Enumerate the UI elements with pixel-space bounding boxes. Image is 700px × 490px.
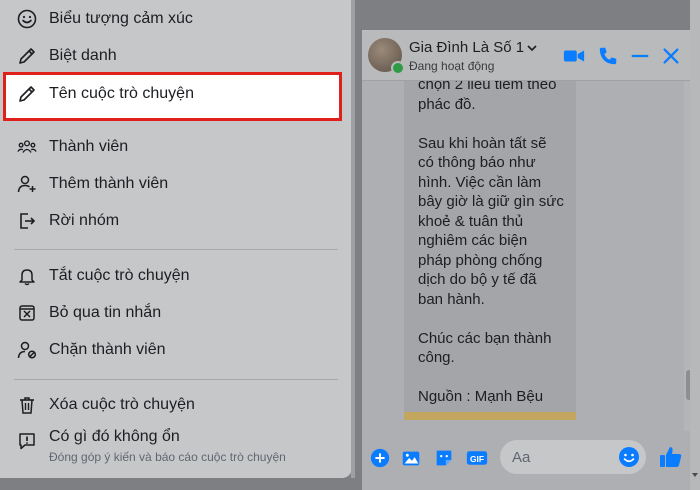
menu-item-label: Có gì đó không ổn (49, 428, 180, 445)
menu-item-sublabel: Đóng góp ý kiến và báo cáo cuộc trò chuy… (49, 450, 286, 464)
video-camera-icon (563, 50, 585, 62)
message-bubble[interactable]: chọn 2 liều tiêm theo phác đồ. Sau khi h… (404, 81, 576, 420)
minimize-icon (631, 54, 649, 58)
chat-options-menu: Biểu tượng cảm xúc Biệt danh Tên cuộc tr… (0, 0, 352, 478)
smile-icon (16, 8, 38, 30)
report-icon (16, 430, 38, 452)
menu-item-leave-group[interactable]: Rời nhóm (0, 204, 352, 238)
gif-label: GIF (470, 454, 484, 464)
emoji-icon[interactable] (618, 446, 640, 468)
video-call-button[interactable] (562, 44, 586, 68)
page-scrollbar[interactable] (690, 0, 700, 490)
chat-title[interactable]: Gia Đình Là Số 1 (409, 39, 524, 56)
menu-item-label: Thêm thành viên (49, 175, 169, 192)
pencil-icon (16, 83, 38, 105)
menu-item-emoji[interactable]: Biểu tượng cảm xúc (0, 2, 352, 36)
group-icon (16, 136, 38, 158)
voice-call-button[interactable] (596, 44, 620, 68)
chat-window: Gia Đình Là Số 1 Đang hoạt động chọn 2 l… (362, 30, 700, 490)
sticker-button[interactable] (432, 446, 456, 470)
menu-item-label: Thành viên (49, 138, 129, 155)
plus-circle-icon (370, 448, 390, 468)
menu-item-add-member[interactable]: Thêm thành viên (0, 167, 352, 201)
gif-icon: GIF (466, 451, 488, 465)
chevron-down-icon[interactable] (690, 470, 700, 480)
bell-icon (16, 265, 38, 287)
chat-status: Đang hoạt động (409, 59, 495, 73)
menu-item-label: Chặn thành viên (49, 341, 166, 358)
close-button[interactable] (659, 44, 683, 68)
block-person-icon (16, 339, 38, 361)
chevron-down-icon[interactable] (526, 42, 538, 54)
menu-item-label: Bỏ qua tin nhắn (49, 304, 162, 321)
menu-item-label: Biểu tượng cảm xúc (49, 10, 193, 27)
menu-divider (14, 249, 338, 250)
attach-photo-button[interactable] (399, 446, 423, 470)
menu-item-report[interactable]: Có gì đó không ổn Đóng góp ý kiến và báo… (0, 428, 352, 468)
trash-icon (16, 394, 38, 416)
menu-item-members[interactable]: Thành viên (0, 130, 352, 164)
attached-image-preview[interactable] (404, 412, 576, 420)
menu-item-label: Tắt cuộc trò chuyện (49, 267, 190, 284)
sticker-icon (436, 450, 452, 466)
pencil-icon (16, 45, 38, 67)
menu-item-block-member[interactable]: Chặn thành viên (0, 333, 352, 367)
phone-icon (599, 47, 617, 65)
minimize-button[interactable] (628, 44, 652, 68)
menu-item-delete-conversation[interactable]: Xóa cuộc trò chuyện (0, 388, 352, 422)
menu-item-ignore[interactable]: Bỏ qua tin nhắn (0, 296, 352, 330)
chat-composer: GIF (362, 430, 700, 490)
menu-item-nickname[interactable]: Biệt danh (0, 39, 352, 73)
menu-scrollbar[interactable] (351, 0, 355, 478)
message-text: chọn 2 liều tiêm theo phác đồ. Sau khi h… (418, 81, 564, 405)
menu-divider (14, 379, 338, 380)
menu-item-mute[interactable]: Tắt cuộc trò chuyện (0, 259, 352, 293)
menu-item-label: Rời nhóm (49, 212, 120, 229)
ignore-icon (16, 302, 38, 324)
menu-item-label: Xóa cuộc trò chuyện (49, 396, 195, 413)
online-status-dot (391, 61, 405, 75)
menu-item-label: Tên cuộc trò chuyện (49, 85, 194, 102)
menu-item-label: Biệt danh (49, 47, 117, 64)
add-person-icon (16, 173, 38, 195)
leave-icon (16, 210, 38, 232)
image-icon (402, 451, 420, 466)
more-actions-button[interactable] (368, 446, 392, 470)
like-thumb-icon[interactable] (658, 444, 684, 470)
menu-item-conversation-name[interactable]: Tên cuộc trò chuyện (0, 77, 352, 111)
close-icon (663, 48, 679, 64)
chat-header: Gia Đình Là Số 1 Đang hoạt động (362, 30, 700, 81)
gif-button[interactable]: GIF (464, 446, 490, 470)
